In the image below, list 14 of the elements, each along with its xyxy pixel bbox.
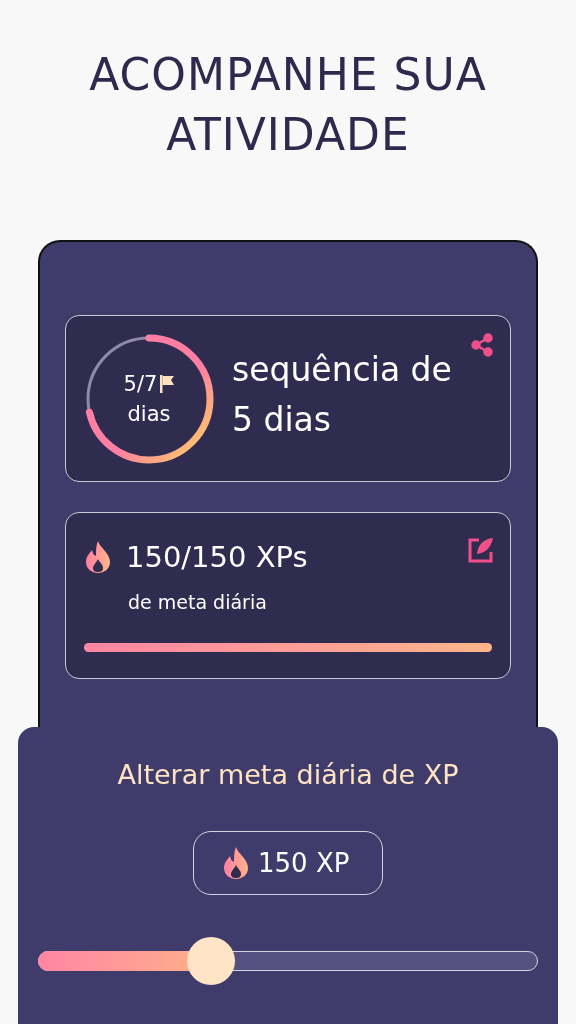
- edit-icon[interactable]: [468, 537, 494, 563]
- flame-icon: [222, 846, 250, 880]
- headline: ACOMPANHE SUA ATIVIDADE: [88, 48, 488, 162]
- slider-thumb[interactable]: [186, 937, 235, 985]
- streak-unit: dias: [127, 400, 171, 428]
- share-icon[interactable]: [471, 333, 493, 357]
- flame-icon: [84, 540, 112, 574]
- streak-title: sequência de 5 dias: [232, 348, 452, 441]
- xp-value-button[interactable]: 150 XP: [193, 831, 383, 895]
- streak-count: 5/7: [123, 370, 158, 398]
- flag-icon: [160, 374, 175, 393]
- xp-slider[interactable]: [38, 937, 538, 985]
- sheet-title: Alterar meta diária de XP: [116, 758, 460, 792]
- goal-subtitle: de meta diária: [128, 590, 268, 615]
